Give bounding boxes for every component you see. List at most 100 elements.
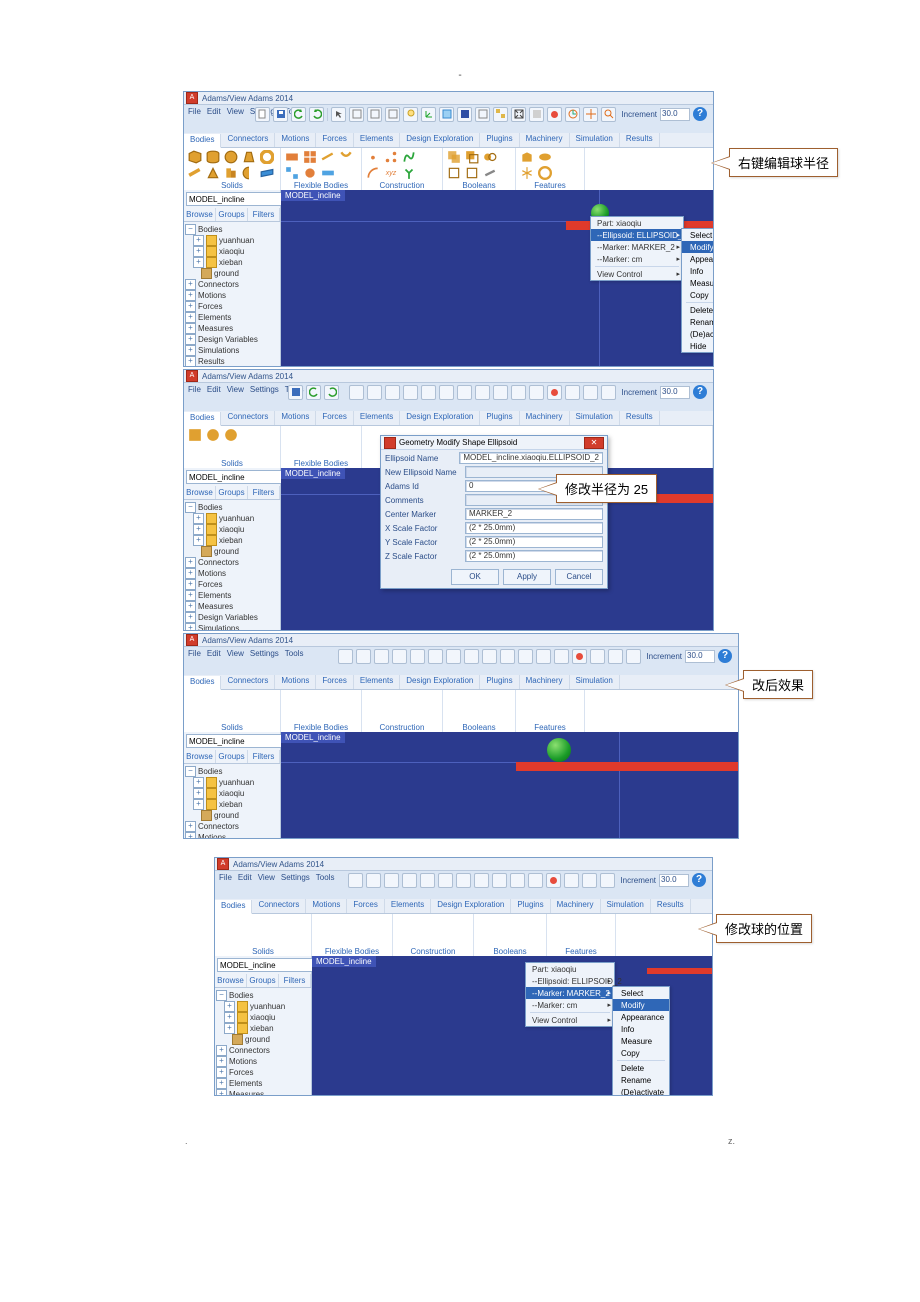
modify-ellipsoid-dialog[interactable]: Geometry Modify Shape Ellipsoid ✕ Ellips…	[380, 435, 608, 589]
tool-icon[interactable]	[529, 107, 544, 122]
record-icon[interactable]	[547, 107, 562, 122]
tool-icon[interactable]	[457, 385, 472, 400]
help-icon[interactable]: ?	[693, 107, 707, 121]
flex-icon[interactable]	[339, 150, 353, 164]
cancel-button[interactable]: Cancel	[555, 569, 603, 585]
tool-icon[interactable]	[475, 385, 490, 400]
xyz-icon[interactable]: xyz	[384, 166, 398, 180]
zoom-icon[interactable]	[601, 385, 616, 400]
pan-icon[interactable]	[583, 107, 598, 122]
undo-icon[interactable]	[291, 107, 306, 122]
feature-icon[interactable]	[520, 150, 534, 164]
tab-connectors[interactable]: Connectors	[221, 133, 275, 147]
viewport[interactable]: MODEL_incline	[281, 732, 738, 838]
axis-icon[interactable]	[421, 107, 436, 122]
bool-icon[interactable]	[465, 166, 479, 180]
feature-icon[interactable]	[538, 166, 552, 180]
expand-icon[interactable]: +	[193, 235, 204, 246]
tool-icon[interactable]	[421, 385, 436, 400]
tab-plugins[interactable]: Plugins	[480, 133, 519, 147]
tab-machinery[interactable]: Machinery	[520, 133, 570, 147]
flex-icon[interactable]	[303, 150, 317, 164]
green-sphere[interactable]	[547, 738, 571, 762]
tree-item[interactable]: xiaoqiu	[219, 247, 244, 256]
extrude-icon[interactable]	[224, 166, 238, 180]
tool-icon[interactable]	[475, 107, 490, 122]
tree-item[interactable]: Design Variables	[198, 335, 258, 344]
expand-icon[interactable]: +	[185, 290, 196, 301]
tab-simulation[interactable]: Simulation	[570, 133, 620, 147]
tree-bodies[interactable]: Bodies	[198, 225, 222, 234]
tree-item[interactable]: Measures	[198, 324, 233, 333]
expand-icon[interactable]: +	[185, 301, 196, 312]
close-icon[interactable]: ✕	[584, 437, 604, 449]
expand-icon[interactable]: +	[185, 312, 196, 323]
ctx-item[interactable]: --Marker: MARKER_2▸	[526, 987, 614, 999]
tool-icon[interactable]	[439, 385, 454, 400]
sub-item[interactable]: Appearance	[682, 253, 713, 265]
flex-icon[interactable]	[321, 166, 335, 180]
plate-icon[interactable]	[260, 166, 274, 180]
cylinder-icon[interactable]	[206, 150, 220, 164]
tree-item[interactable]: Forces	[198, 302, 222, 311]
flex-icon[interactable]	[285, 150, 299, 164]
apply-button[interactable]: Apply	[503, 569, 551, 585]
tool-icon[interactable]	[349, 107, 364, 122]
context-menu[interactable]: Part: xiaoqiu --Ellipsoid: ELLIPSOID_2▸ …	[525, 962, 615, 1027]
tool-icon[interactable]	[367, 385, 382, 400]
field-zscale[interactable]: (2 * 25.0mm)	[465, 550, 603, 562]
bool-icon[interactable]	[465, 150, 479, 164]
tab-results[interactable]: Results	[620, 133, 660, 147]
ctx-item[interactable]: --Marker: cm▸	[591, 253, 683, 265]
viewport[interactable]: MODEL_incline Part: xiaoqiu --Ellipsoid:…	[281, 190, 713, 366]
collapse-icon[interactable]: −	[185, 224, 196, 235]
field-yscale[interactable]: (2 * 25.0mm)	[465, 536, 603, 548]
menu-file[interactable]: File	[188, 107, 201, 116]
sub-item[interactable]: Modify	[682, 241, 713, 253]
ctx-item[interactable]: View Control▸	[591, 268, 683, 280]
tab-bodies[interactable]: Bodies	[184, 134, 221, 148]
ribbon-tabs[interactable]: Bodies Connectors Motions Forces Element…	[184, 133, 713, 148]
flex-icon[interactable]	[321, 150, 335, 164]
curve-icon[interactable]	[402, 150, 416, 164]
feature-icon[interactable]	[520, 166, 534, 180]
tool-icon[interactable]	[493, 107, 508, 122]
tree-item[interactable]: Elements	[198, 313, 231, 322]
expand-icon[interactable]: +	[193, 246, 204, 257]
marker-icon[interactable]	[384, 150, 398, 164]
sub-item[interactable]: Copy	[682, 289, 713, 301]
ctx-item[interactable]: --Ellipsoid: ELLIPSOID_2▸	[526, 975, 614, 987]
sub-item[interactable]: Rename	[682, 316, 713, 328]
field-ellipsoid-name[interactable]: MODEL_incline.xiaoqiu.ELLIPSOID_2	[459, 452, 603, 464]
context-submenu[interactable]: Select Modify Appearance Info Measure Co…	[612, 986, 670, 1095]
grid-icon[interactable]	[439, 107, 454, 122]
tool-icon[interactable]	[493, 385, 508, 400]
fit-icon[interactable]	[511, 107, 526, 122]
increment-field[interactable]: 30.0	[660, 108, 690, 121]
sub-item[interactable]: (De)activate	[682, 328, 713, 340]
menu-edit[interactable]: Edit	[207, 107, 221, 116]
bool-icon[interactable]	[447, 150, 461, 164]
revolve-icon[interactable]	[242, 166, 256, 180]
tree-item[interactable]: xieban	[219, 258, 243, 267]
tree-item[interactable]: yuanhuan	[219, 236, 254, 245]
ctx-item[interactable]: View Control▸	[526, 1014, 614, 1026]
rotate-icon[interactable]	[565, 107, 580, 122]
tree-item[interactable]: Connectors	[198, 280, 239, 289]
zoom-icon[interactable]	[601, 107, 616, 122]
prism-icon[interactable]	[206, 166, 220, 180]
ctx-item[interactable]: --Ellipsoid: ELLIPSOID_2▸	[591, 229, 683, 241]
tool-icon[interactable]	[385, 385, 400, 400]
frustum-icon[interactable]	[242, 150, 256, 164]
help-icon[interactable]: ?	[693, 385, 707, 399]
flex-icon[interactable]	[285, 166, 299, 180]
model-selector[interactable]: ▾	[186, 192, 278, 206]
field-xscale[interactable]: (2 * 25.0mm)	[465, 522, 603, 534]
ctx-item[interactable]: --Marker: cm▸	[526, 999, 614, 1011]
sub-item[interactable]: Select	[682, 229, 713, 241]
save-icon[interactable]	[288, 385, 303, 400]
select-icon[interactable]	[331, 107, 346, 122]
bool-icon[interactable]	[447, 166, 461, 180]
tool-icon[interactable]	[367, 107, 382, 122]
sphere-icon[interactable]	[224, 150, 238, 164]
